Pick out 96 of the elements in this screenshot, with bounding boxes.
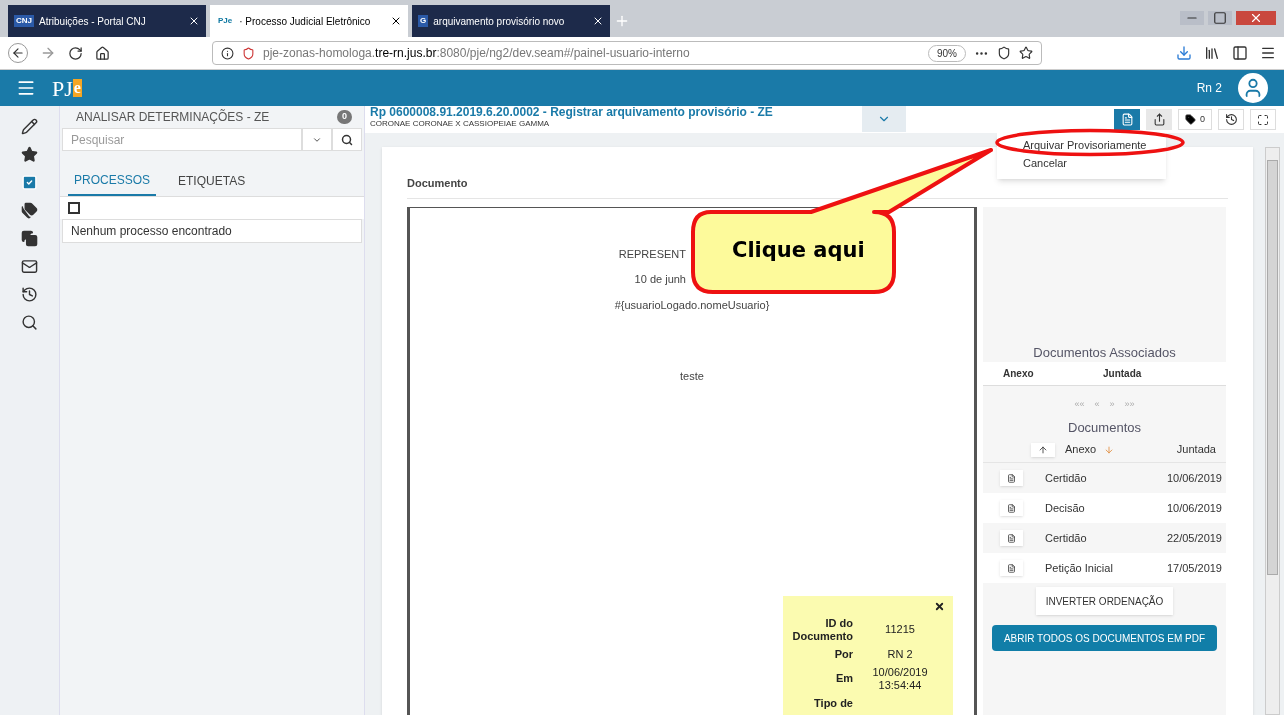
column-header: Anexo xyxy=(1065,442,1097,458)
maximize-icon[interactable] xyxy=(1208,11,1232,25)
library-icon[interactable] xyxy=(1204,45,1220,61)
close-window-icon[interactable] xyxy=(1236,11,1276,25)
document-date: 17/05/2019 xyxy=(1166,560,1223,576)
document-icon xyxy=(1007,503,1016,513)
info-value: RN 2 xyxy=(886,647,914,661)
app-logo: PJe xyxy=(52,74,82,103)
process-parties: CORONAE CORONAE X CASSIOPEIAE GAMMA xyxy=(370,119,551,130)
star-icon[interactable] xyxy=(21,146,38,163)
select-all-checkbox[interactable] xyxy=(68,202,80,214)
document-button[interactable] xyxy=(1000,500,1023,516)
url-text: pje-zonas-homologa.tre-rn.jus.br:8080/pje/ng2/dev.seam#/painel-usuario-interno xyxy=(263,45,691,62)
document-line: REPRESENT xyxy=(618,247,686,260)
close-icon[interactable] xyxy=(188,15,200,27)
info-icon xyxy=(221,46,234,60)
column-header: Juntada xyxy=(1176,442,1217,458)
count-badge: 0 xyxy=(337,110,352,124)
tab-favicon: CNJ xyxy=(14,15,34,27)
search-field[interactable]: Pesquisar xyxy=(62,128,302,151)
browser-tab[interactable]: G arquivamento provisório novo xyxy=(412,5,610,37)
column-header: Juntada xyxy=(1103,367,1142,381)
info-label: Tipo de xyxy=(813,696,853,710)
forward-icon[interactable] xyxy=(40,45,56,61)
close-icon[interactable] xyxy=(592,15,604,27)
close-icon[interactable] xyxy=(934,600,945,612)
document-button[interactable] xyxy=(1000,470,1023,486)
panel-tab[interactable]: ETIQUETAS xyxy=(172,171,252,196)
address-field[interactable]: pje-zonas-homologa.tre-rn.jus.br:8080/pje/ng2/dev.seam#/painel-usuario-interno 90% xyxy=(212,41,1042,65)
empty-message: Nenhum processo encontrado xyxy=(62,219,362,243)
tab-favicon: PJe xyxy=(217,15,234,27)
section-title: Documentos xyxy=(1067,418,1142,437)
info-label: Por xyxy=(833,647,853,661)
column-header: Anexo xyxy=(1002,367,1035,381)
document-date: 10/06/2019 xyxy=(1166,470,1223,486)
history-button[interactable] xyxy=(1218,109,1244,130)
document-name[interactable]: Certidão xyxy=(1045,469,1167,487)
document-icon xyxy=(1120,113,1134,126)
info-label: Em xyxy=(834,672,853,685)
document-icon xyxy=(1007,563,1016,573)
section-title: Documentos Associados xyxy=(1032,343,1177,362)
document-date: 22/05/2019 xyxy=(1166,530,1223,546)
document-date: 10/06/2019 xyxy=(1166,500,1223,516)
search-icon xyxy=(341,133,353,146)
download-icon[interactable] xyxy=(1176,45,1192,61)
document-button[interactable] xyxy=(1000,530,1023,546)
avatar-icon[interactable] xyxy=(1238,73,1268,103)
fullscreen-icon xyxy=(1257,113,1269,126)
document-line: 10 de junh xyxy=(634,273,686,285)
document-name[interactable]: Certidão xyxy=(1045,529,1167,547)
document-name[interactable]: Decisão xyxy=(1045,499,1167,517)
checkbox-icon[interactable] xyxy=(21,174,38,191)
tag-icon xyxy=(1185,114,1196,125)
process-title: Rp 0600008.91.2019.6.20.0002 - Registrar arquivamento provisório - ZE xyxy=(370,106,774,118)
document-icon xyxy=(1007,533,1016,543)
shield-icon xyxy=(242,46,255,60)
search-icon[interactable] xyxy=(21,314,38,331)
document-button[interactable] xyxy=(1000,560,1023,576)
tab-title: · Processo Judicial Eletrônico xyxy=(239,14,372,29)
tags-button[interactable]: 0 xyxy=(1178,109,1212,130)
document-icon xyxy=(1007,473,1016,483)
copy-icon[interactable] xyxy=(21,230,38,247)
info-value: 11215 xyxy=(884,623,916,636)
info-value: 10/06/2019 13:54:44 xyxy=(871,665,929,692)
tags-icon[interactable] xyxy=(21,202,38,219)
callout-text: Clique aqui xyxy=(732,237,865,264)
share-icon xyxy=(1152,113,1166,126)
mail-icon[interactable] xyxy=(21,258,38,275)
browser-tab[interactable]: PJe · Processo Judicial Eletrônico xyxy=(210,5,408,37)
arrow-up-icon xyxy=(1038,444,1048,455)
search-button[interactable] xyxy=(332,128,362,151)
share-button[interactable] xyxy=(1146,109,1172,130)
bookmark-icon[interactable] xyxy=(1019,46,1033,60)
close-icon[interactable] xyxy=(390,15,402,27)
pencil-icon[interactable] xyxy=(21,118,38,135)
user-name[interactable]: Rn 2 xyxy=(1196,79,1222,97)
tab-favicon: G xyxy=(418,15,429,27)
document-line: #{usuarioLogado.nomeUsuario} xyxy=(614,298,770,311)
menu-icon[interactable] xyxy=(1260,45,1276,61)
info-label: ID do Documento xyxy=(791,616,853,643)
history-icon[interactable] xyxy=(21,286,38,303)
home-icon[interactable] xyxy=(95,45,110,61)
menu-item[interactable]: Cancelar xyxy=(1023,156,1068,170)
tab-title: Atribuições - Portal CNJ xyxy=(39,14,147,29)
fullscreen-button[interactable] xyxy=(1250,109,1276,130)
panel-title: ANALISAR DETERMINAÇÕES - ZE xyxy=(76,108,270,126)
reload-icon[interactable] xyxy=(68,45,83,61)
tab-title: arquivamento provisório novo xyxy=(433,14,566,29)
open-pdf-button[interactable]: ABRIR TODOS OS DOCUMENTOS EM PDF xyxy=(991,625,1218,651)
invert-order-button[interactable]: INVERTER ORDENAÇÃO xyxy=(1035,587,1174,615)
document-body: teste xyxy=(680,369,704,384)
actions-button[interactable] xyxy=(1114,109,1140,130)
history-icon xyxy=(1224,113,1238,126)
document-name[interactable]: Petição Inicial xyxy=(1045,559,1167,577)
sidebar-icon[interactable] xyxy=(1232,45,1248,61)
browser-tab[interactable]: CNJ Atribuições - Portal CNJ xyxy=(8,5,206,37)
